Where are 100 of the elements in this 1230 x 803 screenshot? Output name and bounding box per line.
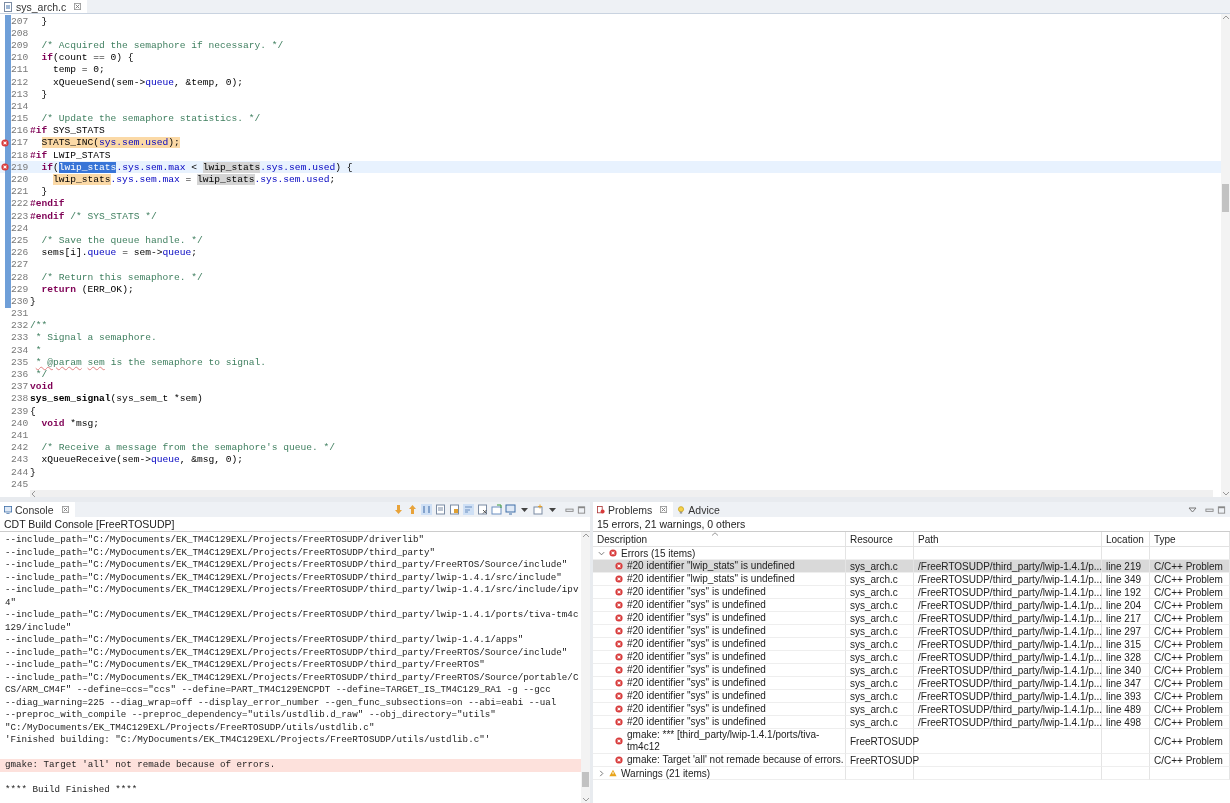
resource-cell: sys_arch.c [850, 703, 898, 715]
code-line: /* Return this semaphore. */ [40, 271, 203, 283]
console-line: --include_path="C:/MyDocuments/EK_TM4C129EXL/Projects/FreeRTOSUDP/third_party/lwip-1.4.1/src/include" [4, 571, 563, 584]
console-line: 129/include" [4, 621, 73, 634]
group-row[interactable]: Warnings (21 items) [593, 767, 846, 780]
console-line: --include_path="C:/MyDocuments/EK_TM4C129EXL/Projects/FreeRTOSUDP/third_party" [4, 546, 437, 559]
column-header[interactable]: Path [914, 532, 1102, 547]
line-number: 210 [11, 52, 30, 64]
problem-description[interactable]: #20 identifier "sys" is undefined [627, 599, 766, 611]
problem-description[interactable]: #20 identifier "sys" is undefined [627, 677, 766, 689]
location-cell: line 297 [1106, 625, 1142, 637]
problem-description[interactable]: #20 identifier "sys" is undefined [627, 703, 766, 715]
code-line: return (ERR_OK); [40, 283, 134, 295]
line-number: 226 [11, 247, 30, 259]
line-number: 237 [11, 381, 30, 393]
code-line: sys_sem_signal(sys_sem_t *sem) [30, 393, 203, 405]
type-cell: C/C++ Problem [1154, 638, 1223, 650]
code-line: { [30, 405, 36, 417]
path-cell: /FreeRTOSUDP/third_party/lwip-1.4.1/p... [918, 638, 1103, 650]
line-number: 208 [11, 27, 30, 39]
location-cell: line 489 [1106, 703, 1142, 715]
problem-description[interactable]: #20 identifier "lwip_stats" is undefined [627, 573, 795, 585]
problem-description[interactable]: #20 identifier "sys" is undefined [627, 612, 766, 624]
code-line: } [40, 186, 48, 198]
line-number: 242 [11, 442, 30, 454]
problem-description[interactable]: #20 identifier "sys" is undefined [627, 664, 766, 676]
console-line: --include_path="C:/MyDocuments/EK_TM4C129EXL/Projects/FreeRTOSUDP/third_party/FreeRTOS/Source/include" [4, 646, 569, 659]
problem-description[interactable]: gmake: Target 'all' not remade because of errors. [627, 754, 844, 766]
line-number: 217 [11, 137, 30, 149]
console-line: --include_path="C:/MyDocuments/EK_TM4C129EXL/Projects/FreeRTOSUDP/third_party/FreeRTOS/Source/portable/C [4, 671, 580, 684]
code-line: #endif [30, 198, 65, 210]
console-tab[interactable]: Console [0, 502, 75, 517]
resource-cell: FreeRTOSUDP [850, 735, 920, 747]
location-cell: line 393 [1106, 690, 1142, 702]
line-number: 213 [11, 88, 30, 100]
path-cell: /FreeRTOSUDP/third_party/lwip-1.4.1/p... [918, 612, 1103, 624]
problem-description[interactable]: #20 identifier "sys" is undefined [627, 586, 766, 598]
problem-description[interactable]: #20 identifier "sys" is undefined [627, 651, 766, 663]
code-line: /* Update the semaphore statistics. */ [40, 113, 261, 125]
column-header[interactable]: Type [1150, 532, 1230, 547]
line-number: 233 [11, 332, 30, 344]
location-cell: line 328 [1106, 651, 1142, 663]
problem-description[interactable]: #20 identifier "sys" is undefined [627, 716, 766, 728]
column-header[interactable]: Resource [846, 532, 914, 547]
line-number: 238 [11, 393, 30, 405]
line-number: 224 [11, 222, 30, 234]
line-number: 232 [11, 320, 30, 332]
problem-description[interactable]: #20 identifier "sys" is undefined [627, 625, 766, 637]
problem-description[interactable]: #20 identifier "sys" is undefined [627, 638, 766, 650]
problem-description[interactable]: #20 identifier "sys" is undefined [627, 690, 766, 702]
type-cell: C/C++ Problem [1154, 625, 1223, 637]
console-line: --preproc_with_compile --preproc_dependency="utils/ustdlib.d_raw" --obj_directory="utils" [4, 709, 497, 722]
file-tab[interactable]: sys_arch.c [0, 0, 88, 13]
code-line: /* Save the queue handle. */ [40, 234, 203, 246]
code-line: /* Receive a message from the semaphore's queue. */ [40, 442, 336, 454]
type-cell: C/C++ Problem [1154, 703, 1223, 715]
console-line: --include_path="C:/MyDocuments/EK_TM4C129EXL/Projects/FreeRTOSUDP/third_party/lwip-1.4.1/src/include/ipv [4, 584, 580, 597]
location-cell: line 347 [1106, 677, 1142, 689]
location-cell: line 340 [1106, 664, 1142, 676]
line-number: 235 [11, 356, 30, 368]
column-header[interactable]: Description [593, 532, 846, 547]
column-header[interactable]: Location [1102, 532, 1150, 547]
type-cell: C/C++ Problem [1154, 651, 1223, 663]
location-cell: line 315 [1106, 638, 1142, 650]
location-cell: line 217 [1106, 612, 1142, 624]
console-line: 4" [4, 596, 18, 609]
type-cell: C/C++ Problem [1154, 560, 1223, 572]
code-line: /** [30, 320, 48, 332]
panel-tab[interactable]: Problems [593, 502, 674, 517]
line-number: 212 [11, 76, 30, 88]
resource-cell: sys_arch.c [850, 716, 898, 728]
group-label: Errors (15 items) [621, 547, 696, 559]
console-line: 'Finished building: "C:/MyDocuments/EK_TM4C129EXL/Projects/FreeRTOSUDP/utils/ustdlib.c"' [4, 734, 492, 747]
line-number: 227 [11, 259, 30, 271]
type-cell: C/C++ Problem [1154, 586, 1223, 598]
resource-cell: sys_arch.c [850, 690, 898, 702]
code-line: void [30, 381, 54, 393]
console-line: "C:/MyDocuments/EK_TM4C129EXL/Projects/FreeRTOSUDP/utils/ustdlib.c" [4, 721, 376, 734]
panel-tab[interactable]: Advice [673, 502, 726, 517]
resource-cell: FreeRTOSUDP [850, 754, 920, 766]
resource-cell: sys_arch.c [850, 625, 898, 637]
code-line: xQueueReceive(sem->queue, &msg, 0); [40, 454, 244, 466]
line-number: 220 [11, 174, 30, 186]
resource-cell: sys_arch.c [850, 664, 898, 676]
console-line: --include_path="C:/MyDocuments/EK_TM4C129EXL/Projects/FreeRTOSUDP/driverlib" [4, 534, 426, 547]
line-number: 207 [11, 15, 30, 27]
line-number: 245 [11, 478, 30, 490]
code-line: STATS_INC(sys.sem.used); [40, 137, 180, 149]
line-number: 221 [11, 186, 30, 198]
console-line: CS/ARM_CM4F" --define=ccs="ccs" --define=PART_TM4C129ENCPDT --define=TARGET_IS_TM4C129_RA1 -g --gcc [4, 684, 552, 697]
code-line: if(count == 0) { [40, 52, 134, 64]
resource-cell: sys_arch.c [850, 677, 898, 689]
console-line: --include_path="C:/MyDocuments/EK_TM4C129EXL/Projects/FreeRTOSUDP/third_party/lwip-1.4.1/ports/tiva-tm4c [4, 609, 580, 622]
code-line: /* Acquired the semaphore if necessary. */ [40, 39, 284, 51]
console-line: --diag_warning=225 --diag_wrap=off --display_error_number --gen_func_subsections=on --abi=eabi --ual [4, 696, 558, 709]
line-number: 215 [11, 113, 30, 125]
line-number: 231 [11, 308, 30, 320]
code-line: #endif /* SYS_STATS */ [30, 210, 157, 222]
line-number: 214 [11, 100, 30, 112]
type-cell: C/C++ Problem [1154, 754, 1223, 766]
